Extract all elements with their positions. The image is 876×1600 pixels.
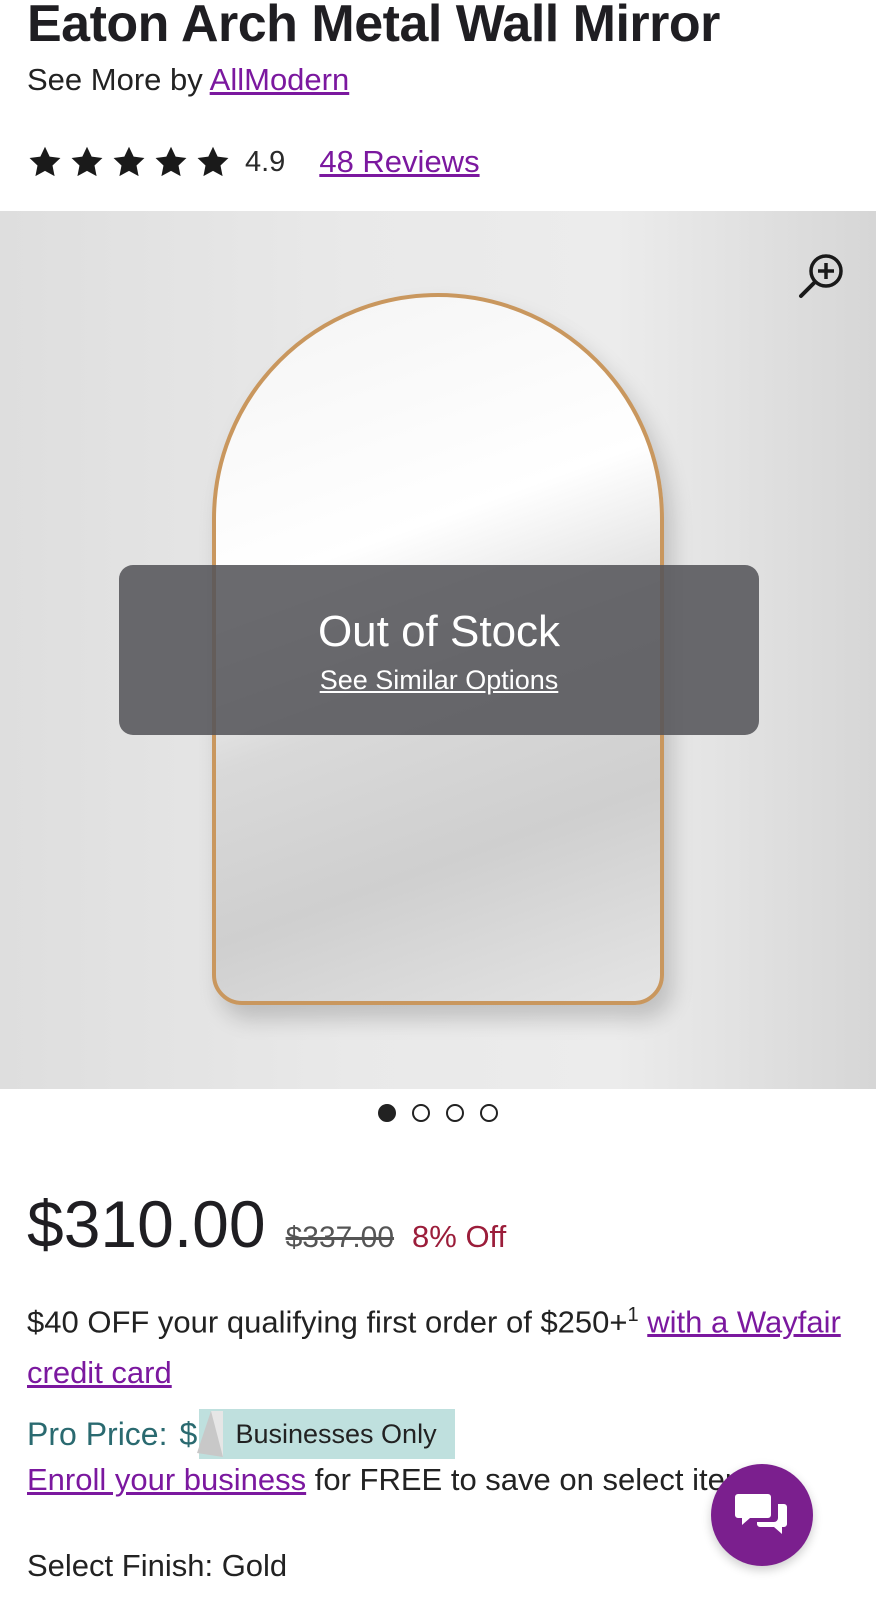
see-more-prefix: See More by: [27, 62, 203, 97]
promo-footnote: 1: [627, 1304, 639, 1326]
star-icon: [29, 146, 61, 177]
enroll-business-row: Enroll your business for FREE to save on…: [27, 1462, 775, 1498]
badge-fold-icon: [197, 1411, 224, 1457]
pro-price-label: Pro Price:: [27, 1415, 168, 1452]
gallery-dot[interactable]: [480, 1104, 498, 1122]
zoom-in-icon[interactable]: [796, 251, 846, 301]
current-price: $310.00: [27, 1187, 266, 1261]
gallery-dot[interactable]: [378, 1104, 396, 1122]
see-more-by: See More by AllModern: [27, 62, 349, 98]
pro-price-row: Pro Price: $ Businesses Only: [27, 1408, 455, 1460]
enroll-business-text: for FREE to save on select items.: [314, 1462, 775, 1497]
gallery-dot[interactable]: [412, 1104, 430, 1122]
gallery-dot[interactable]: [446, 1104, 464, 1122]
out-of-stock-title: Out of Stock: [317, 607, 561, 656]
discount-label: 8% Off: [412, 1219, 507, 1254]
rating-stars: [27, 144, 231, 180]
original-price: $337.00: [285, 1221, 395, 1254]
out-of-stock-overlay: Out of Stock See Similar Options: [119, 565, 759, 735]
star-icon: [113, 146, 145, 177]
promo-text: $40 OFF your qualifying first order of $…: [27, 1304, 628, 1340]
star-icon: [197, 146, 229, 177]
brand-link[interactable]: AllModern: [210, 62, 350, 97]
enroll-business-link[interactable]: Enroll your business: [27, 1462, 306, 1497]
see-similar-options-link[interactable]: See Similar Options: [320, 665, 559, 696]
rating-value: 4.9: [245, 145, 286, 178]
businesses-only-label: Businesses Only: [235, 1418, 437, 1449]
gallery-pagination: [0, 1104, 876, 1122]
product-image-gallery[interactable]: Out of Stock See Similar Options: [0, 211, 876, 1089]
chat-button[interactable]: [711, 1464, 813, 1566]
select-finish-label: Select Finish: Gold: [27, 1548, 288, 1583]
businesses-only-badge: Businesses Only: [197, 1409, 455, 1459]
product-title: Eaton Arch Metal Wall Mirror: [27, 0, 720, 53]
chat-bubbles-icon: [735, 1494, 787, 1534]
price-row: $310.00 $337.00 8% Off: [27, 1186, 506, 1262]
credit-card-promo: $40 OFF your qualifying first order of $…: [27, 1290, 847, 1398]
pro-price-value: $: [179, 1415, 198, 1452]
reviews-link[interactable]: 48 Reviews: [319, 144, 479, 180]
rating-summary: 4.9 48 Reviews: [27, 142, 480, 182]
star-icon: [71, 146, 103, 177]
star-icon: [155, 146, 187, 177]
